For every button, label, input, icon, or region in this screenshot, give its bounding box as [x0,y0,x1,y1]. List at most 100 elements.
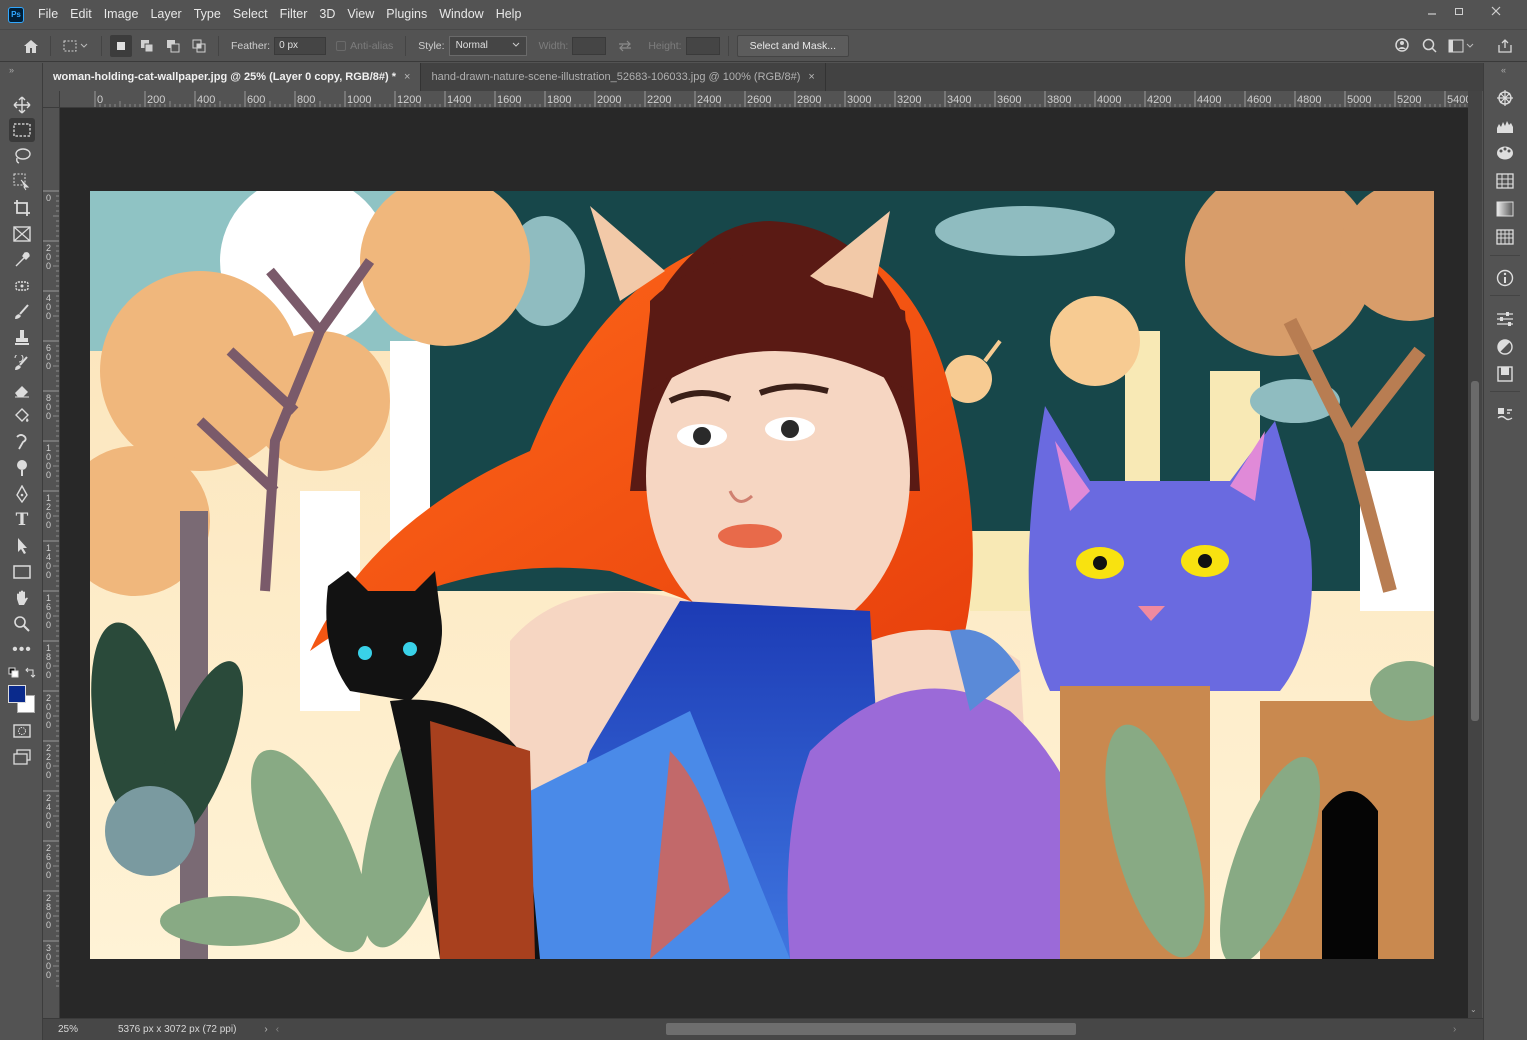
ruler-left-label: 0 [46,870,51,880]
panel-dock: « [1483,63,1527,1040]
feather-label: Feather: [231,39,271,52]
adjustments-icon[interactable] [1494,336,1516,358]
screen-mode-icon[interactable] [9,745,35,769]
more-tools-icon[interactable]: ••• [9,638,35,662]
tab-nature-scene[interactable]: hand-drawn-nature-scene-illustration_526… [421,63,826,91]
zoom-tool-icon[interactable] [9,612,35,636]
ruler-top-label: 2600 [747,94,771,106]
select-and-mask-button[interactable]: Select and Mask... [736,34,849,57]
scroll-down-icon[interactable]: ⌄ [1470,1005,1477,1014]
tools-panel: » T ••• [0,63,43,1040]
ruler-top-label: 3400 [947,94,971,106]
menu-edit[interactable]: Edit [64,0,98,29]
restore-icon[interactable] [1442,0,1476,22]
search-icon[interactable] [1419,35,1441,57]
brush-tool-icon[interactable] [9,300,35,324]
zoom-level[interactable]: 25% [58,1024,108,1035]
rectangle-tool-icon[interactable] [9,560,35,584]
dodge-tool-icon[interactable] [9,456,35,480]
style-select[interactable]: Normal [448,35,527,56]
chevron-right-icon[interactable]: › [264,1024,267,1035]
scroll-right-icon[interactable]: › [1453,1024,1456,1035]
paint-bucket-tool-icon[interactable] [9,404,35,428]
vertical-scrollbar-thumb[interactable] [1471,381,1479,721]
width-input[interactable] [572,36,607,55]
horizontal-ruler[interactable]: 0 200 400 600 800 1000 1200 1400 1600 1800 2000 220… [60,91,1468,108]
tab-woman-holding-cat[interactable]: woman-holding-cat-wallpaper.jpg @ 25% (L… [43,63,422,91]
marquee-preset-icon[interactable] [59,35,93,57]
artwork-image[interactable] [90,191,1434,959]
workspace-icon[interactable] [1447,35,1475,57]
scroll-left-icon[interactable]: ‹ [276,1024,279,1035]
lasso-tool-icon[interactable] [9,144,35,168]
menu-file[interactable]: File [32,0,64,29]
horizontal-scrollbar-thumb[interactable] [666,1023,1076,1035]
info-icon[interactable] [1494,267,1516,289]
share-export-icon[interactable] [1494,35,1516,57]
type-tool-icon[interactable]: T [9,508,35,532]
foreground-color-swatch[interactable] [8,685,26,703]
illustration-woman-with-cats [90,191,1434,959]
patterns-icon[interactable] [1494,226,1516,248]
menu-select[interactable]: Select [227,0,274,29]
path-selection-tool-icon[interactable] [9,534,35,558]
collapse-panel-icon[interactable]: » [9,65,14,75]
menu-window[interactable]: Window [433,0,489,29]
properties-icon[interactable] [1494,308,1516,330]
eyedropper-tool-icon[interactable] [9,248,35,272]
menu-layer[interactable]: Layer [144,0,187,29]
quick-mask-icon[interactable] [9,719,35,743]
new-selection-icon[interactable] [110,34,132,57]
menu-view[interactable]: View [341,0,380,29]
close-icon[interactable]: × [808,71,814,83]
move-tool-icon[interactable] [9,93,35,117]
share-user-icon[interactable] [1392,35,1414,57]
object-selection-tool-icon[interactable] [9,170,35,194]
menu-image[interactable]: Image [98,0,145,29]
pen-tool-icon[interactable] [9,482,35,506]
close-window-icon[interactable] [1479,0,1513,22]
spot-healing-tool-icon[interactable] [9,274,35,298]
intersect-selection-icon[interactable] [188,35,210,57]
ruler-left-label: 0 [46,720,51,730]
menu-3d[interactable]: 3D [313,0,341,29]
vertical-scrollbar[interactable]: ⌄ [1468,91,1482,1018]
ruler-top-label: 600 [247,94,265,106]
history-brush-tool-icon[interactable] [9,352,35,376]
swap-colors-icon[interactable] [24,667,36,682]
feather-input[interactable]: 0 px [274,36,327,55]
antialias-checkbox[interactable] [336,40,347,51]
rectangular-marquee-tool-icon[interactable] [9,118,35,142]
ruler-top-label: 1200 [397,94,421,106]
default-colors-icon[interactable] [8,667,20,682]
expand-panels-icon[interactable]: « [1501,65,1506,75]
hand-tool-icon[interactable] [9,586,35,610]
options-bar: Feather: 0 px Anti-alias Style: Normal W… [0,29,1527,62]
layers-channels-icon[interactable] [1494,404,1516,426]
menu-filter[interactable]: Filter [274,0,314,29]
vertical-ruler[interactable]: 0200400600800100012001400160018002000220… [43,108,60,1018]
close-icon[interactable]: × [404,71,410,83]
clone-stamp-tool-icon[interactable] [9,326,35,350]
eraser-tool-icon[interactable] [9,378,35,402]
histogram-icon[interactable] [1494,115,1516,137]
subtract-selection-icon[interactable] [162,35,184,57]
ruler-origin[interactable] [43,91,60,108]
gradients-icon[interactable] [1494,198,1516,220]
crop-tool-icon[interactable] [9,196,35,220]
navigator-icon[interactable] [1494,87,1516,109]
menu-plugins[interactable]: Plugins [380,0,433,29]
home-icon[interactable] [20,35,42,57]
swatches-icon[interactable] [1494,170,1516,192]
canvas-area[interactable] [60,108,1468,1018]
color-palette-icon[interactable] [1494,142,1516,164]
smudge-tool-icon[interactable] [9,430,35,454]
frame-tool-icon[interactable] [9,222,35,246]
add-selection-icon[interactable] [136,35,158,57]
ruler-top-label: 3200 [897,94,921,106]
height-input[interactable] [685,36,720,55]
libraries-icon[interactable] [1494,363,1516,385]
menu-help[interactable]: Help [490,0,528,29]
swap-dimensions-icon[interactable] [614,35,636,57]
menu-type[interactable]: Type [188,0,227,29]
